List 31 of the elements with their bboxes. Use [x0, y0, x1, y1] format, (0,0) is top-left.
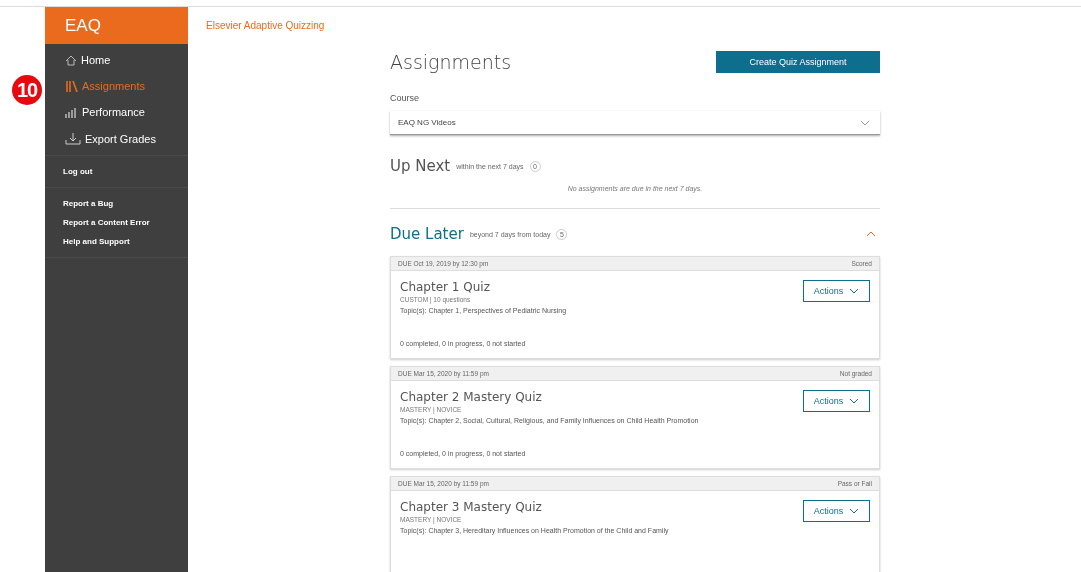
actions-button[interactable]: Actions: [803, 500, 870, 522]
help-link[interactable]: Report a Bug: [63, 199, 188, 208]
caret-icon: [849, 398, 860, 404]
logout-link[interactable]: Log out: [63, 167, 188, 176]
step-number-badge: 10: [12, 75, 42, 105]
actions-button[interactable]: Actions: [803, 390, 870, 412]
home-icon: [65, 54, 77, 66]
app-logo: EAQ: [45, 7, 188, 44]
course-label: Course: [390, 93, 420, 103]
caret-icon: [849, 508, 860, 514]
help-link[interactable]: Help and Support: [63, 237, 188, 246]
help-link[interactable]: Report a Content Error: [63, 218, 188, 227]
nav-item[interactable]: Performance: [65, 106, 188, 118]
assignment-title: Chapter 1 Quiz: [400, 280, 491, 294]
create-quiz-button[interactable]: Create Quiz Assignment: [716, 51, 880, 73]
nav-item[interactable]: Export Grades: [65, 132, 188, 145]
actions-button[interactable]: Actions: [803, 280, 870, 302]
download-icon: [65, 132, 81, 145]
page-title: Assignments: [390, 51, 512, 73]
chevron-down-icon: [860, 119, 870, 126]
section-title: Due Later: [390, 225, 464, 243]
app-title: Elsevier Adaptive Quizzing: [205, 19, 326, 33]
books-icon: [65, 80, 78, 92]
assignment-title: Chapter 3 Mastery Quiz: [400, 500, 543, 514]
course-select[interactable]: EAQ NG Videos: [390, 111, 880, 135]
nav-item[interactable]: Home: [65, 54, 188, 66]
bar-chart-icon: [65, 106, 78, 118]
collapse-caret-icon: [866, 231, 876, 237]
caret-icon: [849, 288, 860, 294]
section-title: Up Next: [390, 157, 451, 175]
assignment-title: Chapter 2 Mastery Quiz: [400, 390, 543, 404]
